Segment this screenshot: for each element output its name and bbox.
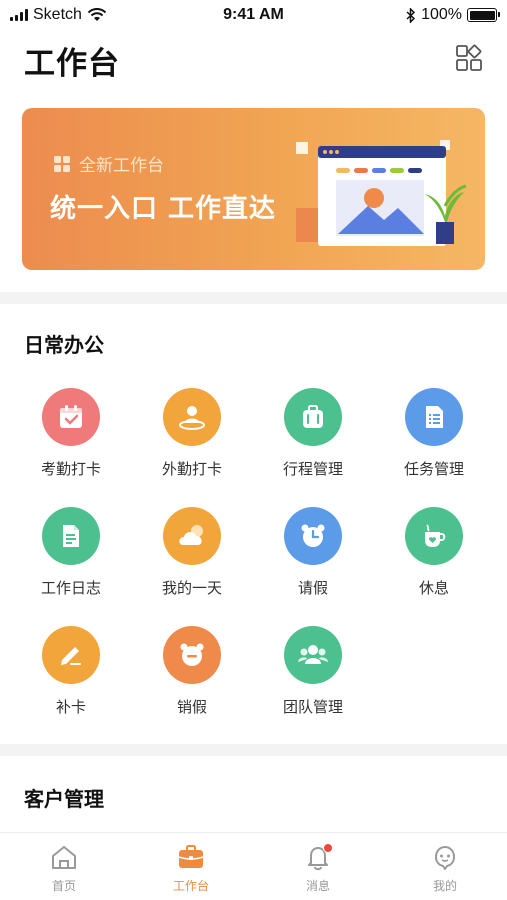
home-icon [52, 846, 76, 869]
app-work-log[interactable]: 工作日志 [11, 507, 131, 598]
app-label: 行程管理 [282, 460, 343, 478]
luggage-icon [303, 405, 323, 428]
section-divider [0, 744, 507, 756]
app-team[interactable]: 团队管理 [253, 626, 373, 717]
app-label: 考勤打卡 [40, 460, 101, 478]
team-icon [298, 645, 328, 664]
alarm-clock-icon [301, 524, 325, 547]
pencil-icon [61, 647, 81, 665]
apps-icon [54, 155, 70, 172]
tab-messages[interactable]: 消息 [278, 843, 358, 894]
tab-home[interactable]: 首页 [24, 843, 104, 894]
battery-icon [467, 8, 500, 22]
section-title-daily: 日常办公 [24, 333, 104, 357]
promo-banner[interactable]: 全新工作台 统一入口 工作直达 [22, 108, 485, 270]
app-label: 请假 [297, 579, 328, 597]
app-attendance[interactable]: 考勤打卡 [11, 388, 131, 479]
browser-illustration [296, 140, 467, 246]
app-cancel-leave[interactable]: 销假 [132, 626, 252, 717]
battery-percent: 100% [421, 6, 462, 23]
alarm-cancel-icon [180, 643, 204, 666]
banner-headline: 统一入口 工作直达 [50, 194, 277, 224]
user-face-icon [435, 846, 455, 870]
app-label: 工作日志 [40, 579, 101, 597]
banner-subtitle-row: 全新工作台 [53, 151, 164, 176]
tab-label: 首页 [51, 879, 76, 893]
app-field-checkin[interactable]: 外勤打卡 [132, 388, 252, 479]
document-icon [63, 525, 79, 547]
app-label: 团队管理 [282, 698, 343, 716]
app-leave-request[interactable]: 请假 [253, 507, 373, 598]
tab-label: 工作台 [172, 879, 209, 893]
tab-bar: 首页 工作台 消息 我的 [0, 832, 507, 900]
app-my-day[interactable]: 我的一天 [132, 507, 252, 598]
tab-label: 我的 [432, 879, 457, 893]
app-label: 外勤打卡 [161, 460, 222, 478]
app-label: 任务管理 [403, 460, 464, 478]
briefcase-icon [178, 845, 204, 868]
app-tasks[interactable]: 任务管理 [374, 388, 494, 479]
tab-profile[interactable]: 我的 [405, 843, 485, 894]
task-list-icon [426, 406, 443, 428]
tab-label: 消息 [305, 879, 330, 893]
coffee-cup-icon [425, 524, 446, 547]
app-label: 休息 [418, 579, 449, 597]
location-person-icon [179, 406, 205, 430]
section-title-customer: 客户管理 [24, 787, 104, 811]
app-label: 销假 [176, 698, 207, 716]
app-label: 补卡 [55, 698, 86, 716]
status-bar: Sketch 9:41 AM 100% [0, 0, 507, 30]
tab-workbench[interactable]: 工作台 [151, 843, 231, 894]
app-itinerary[interactable]: 行程管理 [253, 388, 373, 479]
cloud-sun-icon [179, 525, 203, 545]
page-title: 工作台 [24, 46, 120, 82]
banner-subtitle: 全新工作台 [79, 156, 164, 176]
grid-icon[interactable] [455, 44, 483, 72]
app-label: 我的一天 [161, 579, 222, 597]
app-rest[interactable]: 休息 [374, 507, 494, 598]
app-makeup-checkin[interactable]: 补卡 [11, 626, 131, 717]
calendar-check-icon [60, 405, 82, 428]
status-right: 100% [406, 6, 500, 24]
notification-dot [323, 843, 333, 853]
section-divider [0, 292, 507, 304]
bluetooth-icon [406, 7, 416, 23]
